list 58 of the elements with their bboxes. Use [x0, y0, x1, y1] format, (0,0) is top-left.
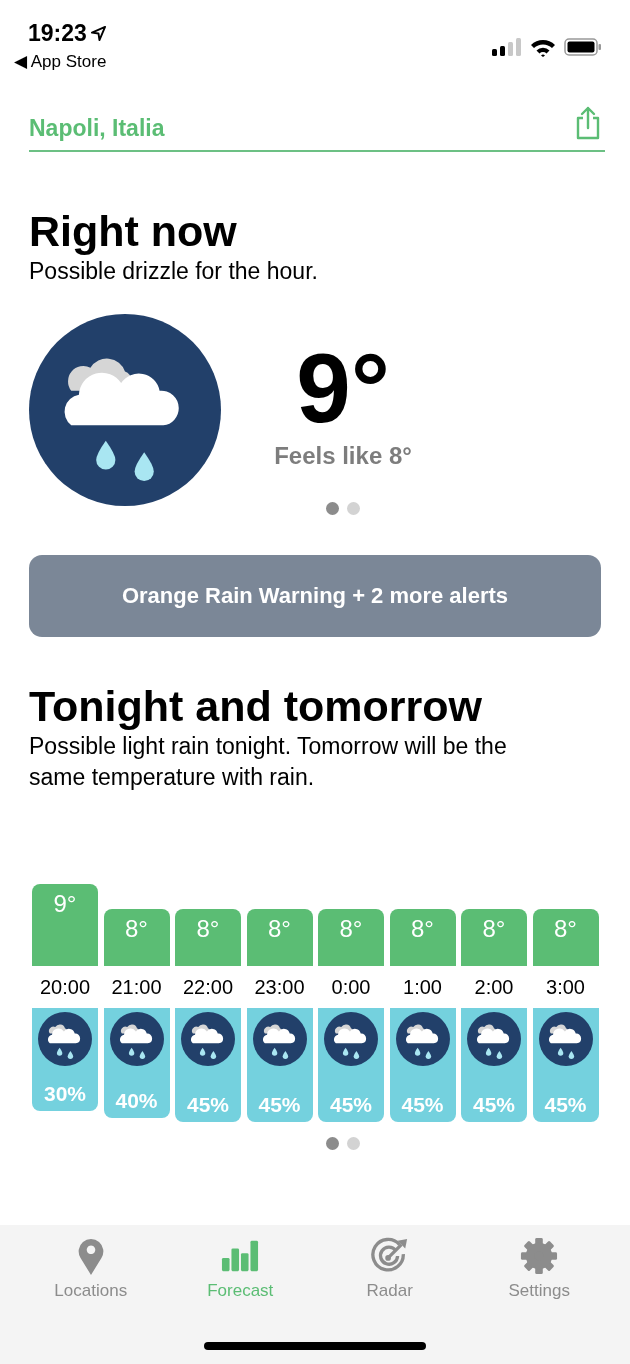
section-title: Tonight and tomorrow	[29, 681, 483, 731]
tab[interactable]: Locations	[35, 1237, 146, 1301]
precipitation-chance: 45%	[473, 1092, 515, 1117]
precipitation-chance: 45%	[544, 1092, 587, 1117]
rain-cloud-icon	[252, 1012, 307, 1066]
precipitation-chance: 45%	[258, 1092, 301, 1117]
hour-temperature: 8°	[196, 915, 220, 944]
page-dot[interactable]	[326, 502, 339, 515]
section-summary: Possible drizzle for the hour.	[29, 257, 319, 286]
precipitation-chance: 45%	[330, 1092, 372, 1117]
hour-temperature: 9°	[53, 890, 77, 919]
location-arrow-icon	[90, 26, 106, 41]
page-dot[interactable]	[347, 1137, 360, 1150]
page-dot[interactable]	[347, 502, 360, 515]
hour-time: 3:00	[545, 975, 586, 1000]
wifi-icon	[530, 37, 556, 57]
location-name[interactable]: Napoli, Italia	[29, 115, 165, 142]
hour-temperature: 8°	[554, 915, 577, 944]
hour-time: 1:00	[402, 975, 443, 1000]
target-icon	[370, 1237, 409, 1275]
hour-time: 22:00	[181, 975, 235, 1000]
page-dot[interactable]	[326, 1137, 339, 1150]
precipitation-chance: 30%	[44, 1081, 86, 1106]
alert-button[interactable]: Orange Rain Warning + 2 more alerts	[29, 555, 601, 637]
rain-cloud-icon	[29, 314, 221, 506]
rain-cloud-icon	[109, 1012, 164, 1066]
feels-like: Feels like 8°	[274, 442, 412, 470]
precipitation-chance: 45%	[187, 1092, 229, 1117]
rain-cloud-icon	[395, 1012, 450, 1066]
signal-icon	[492, 38, 522, 56]
rain-cloud-icon	[181, 1012, 235, 1066]
rain-cloud-icon	[38, 1012, 92, 1066]
hour-time: 2:00	[473, 975, 515, 1000]
hour-temperature: 8°	[125, 915, 148, 944]
rain-cloud-icon	[538, 1012, 593, 1066]
rain-cloud-icon	[324, 1012, 378, 1066]
hour-temperature: 8°	[482, 915, 506, 944]
hour-temperature: 8°	[339, 915, 363, 944]
section-summary: Possible light rain tonight. Tomorrow will be the same temperature with rain.	[29, 732, 508, 792]
hour-temperature: 8°	[411, 915, 434, 944]
back-link[interactable]: ◀ App Store	[14, 51, 107, 72]
current-temperature: 9°	[296, 338, 390, 438]
hour-time: 23:00	[253, 975, 306, 1000]
status-time: 19:23	[28, 20, 87, 47]
tab[interactable]: Radar	[334, 1237, 445, 1301]
settings-icon	[520, 1237, 559, 1275]
precipitation-chance: 45%	[401, 1092, 444, 1117]
rain-cloud-icon	[467, 1012, 521, 1066]
precipitation-chance: 40%	[115, 1089, 158, 1113]
hour-temperature: 8°	[268, 915, 291, 944]
hour-time: 0:00	[330, 975, 372, 1000]
hour-time: 21:00	[110, 975, 163, 1000]
battery-icon	[564, 38, 602, 56]
section-title: Right now	[29, 206, 238, 256]
share-icon[interactable]	[575, 106, 601, 140]
tab[interactable]: Forecast	[185, 1237, 296, 1301]
tab[interactable]: Settings	[484, 1237, 595, 1301]
hour-time: 20:00	[38, 975, 92, 1000]
